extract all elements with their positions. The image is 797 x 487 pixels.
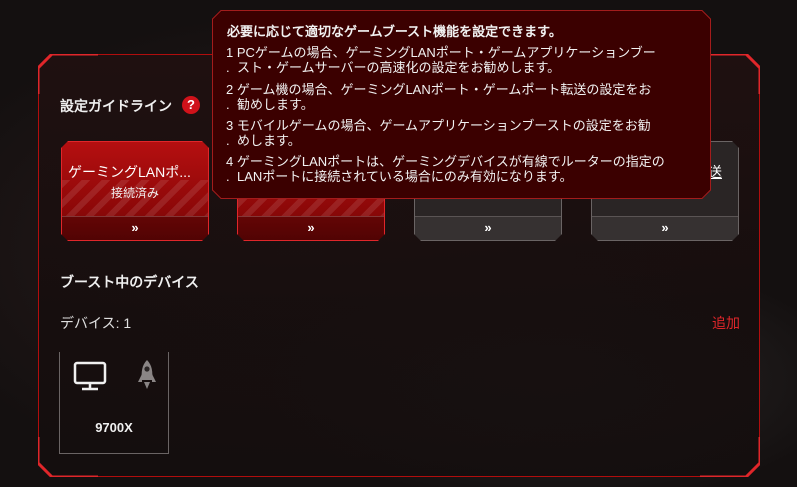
tooltip-line: めします。 (237, 133, 301, 148)
tooltip-line: 勧めします。 (237, 97, 314, 112)
tooltip-line: LANポートに接続されている場合にのみ有効になります。 (237, 169, 573, 184)
chevron-double-right-icon[interactable]: » (592, 216, 738, 240)
chevron-double-right-icon[interactable]: » (62, 216, 208, 240)
tooltip-item: 1 PCゲームの場合、ゲーミングLANポート・ゲームアプリケーションブー . スト… (226, 45, 704, 75)
device-count: デバイス: 1 (60, 315, 132, 331)
card-status: 接続済み (110, 186, 159, 200)
tooltip-line: 4 ゲーミングLANポートは、ゲーミングデバイスが有線でルーターの指定の (226, 154, 665, 169)
tooltip-item: 4 ゲーミングLANポートは、ゲーミングデバイスが有線でルーターの指定の . LA… (226, 154, 704, 184)
tooltip-item: 3 モバイルゲームの場合、ゲームアプリケーションブーストの設定をお勧 . めします… (226, 118, 704, 148)
guide-title: 設定ガイドライン (60, 98, 172, 114)
tooltip-item: 2 ゲーム機の場合、ゲーミングLANポート・ゲームポート転送の設定をお . 勧めし… (226, 82, 704, 112)
tooltip-line: スト・ゲームサーバーの高速化の設定をお勧めします。 (237, 60, 561, 75)
card-label: ゲーミングLANポ... (68, 164, 191, 180)
chevron-double-right-icon[interactable]: » (415, 216, 561, 240)
gaming-lan-port-card[interactable]: ゲーミングLANポ... 接続済み » (61, 141, 209, 241)
chevron-double-right-icon[interactable]: » (238, 216, 384, 240)
device-name: 9700X (95, 420, 133, 435)
rocket-icon[interactable] (136, 358, 158, 392)
device-tile[interactable]: 9700X (59, 352, 169, 454)
monitor-icon (73, 360, 107, 392)
tooltip-line: 2 ゲーム機の場合、ゲーミングLANポート・ゲームポート転送の設定をお (226, 82, 652, 97)
add-device-link[interactable]: 追加 (712, 313, 740, 333)
tooltip-heading: 必要に応じて適切なゲームブースト機能を設定できます。 (227, 24, 562, 39)
tooltip-line: 3 モバイルゲームの場合、ゲームアプリケーションブーストの設定をお勧 (226, 118, 651, 133)
boosted-devices-title: ブースト中のデバイス (60, 274, 199, 290)
guide-tooltip: 必要に応じて適切なゲームブースト機能を設定できます。 1 PCゲームの場合、ゲー… (212, 10, 711, 199)
question-icon[interactable]: ? (182, 96, 200, 114)
tooltip-line: 1 PCゲームの場合、ゲーミングLANポート・ゲームアプリケーションブー (226, 45, 656, 60)
